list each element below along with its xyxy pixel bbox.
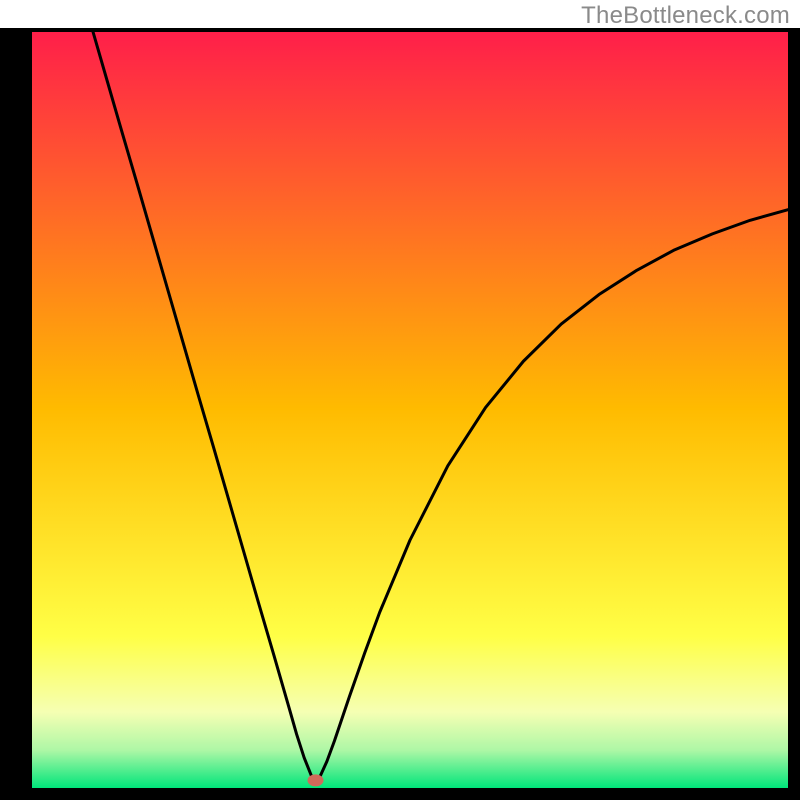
chart-frame [0, 788, 800, 800]
optimum-marker [308, 774, 324, 786]
chart-frame [788, 30, 800, 788]
watermark-text: TheBottleneck.com [581, 2, 790, 30]
chart-frame [0, 30, 800, 32]
bottleneck-chart [0, 0, 800, 800]
chart-container: TheBottleneck.com [0, 0, 800, 800]
chart-background [32, 30, 788, 788]
chart-frame [0, 30, 32, 788]
